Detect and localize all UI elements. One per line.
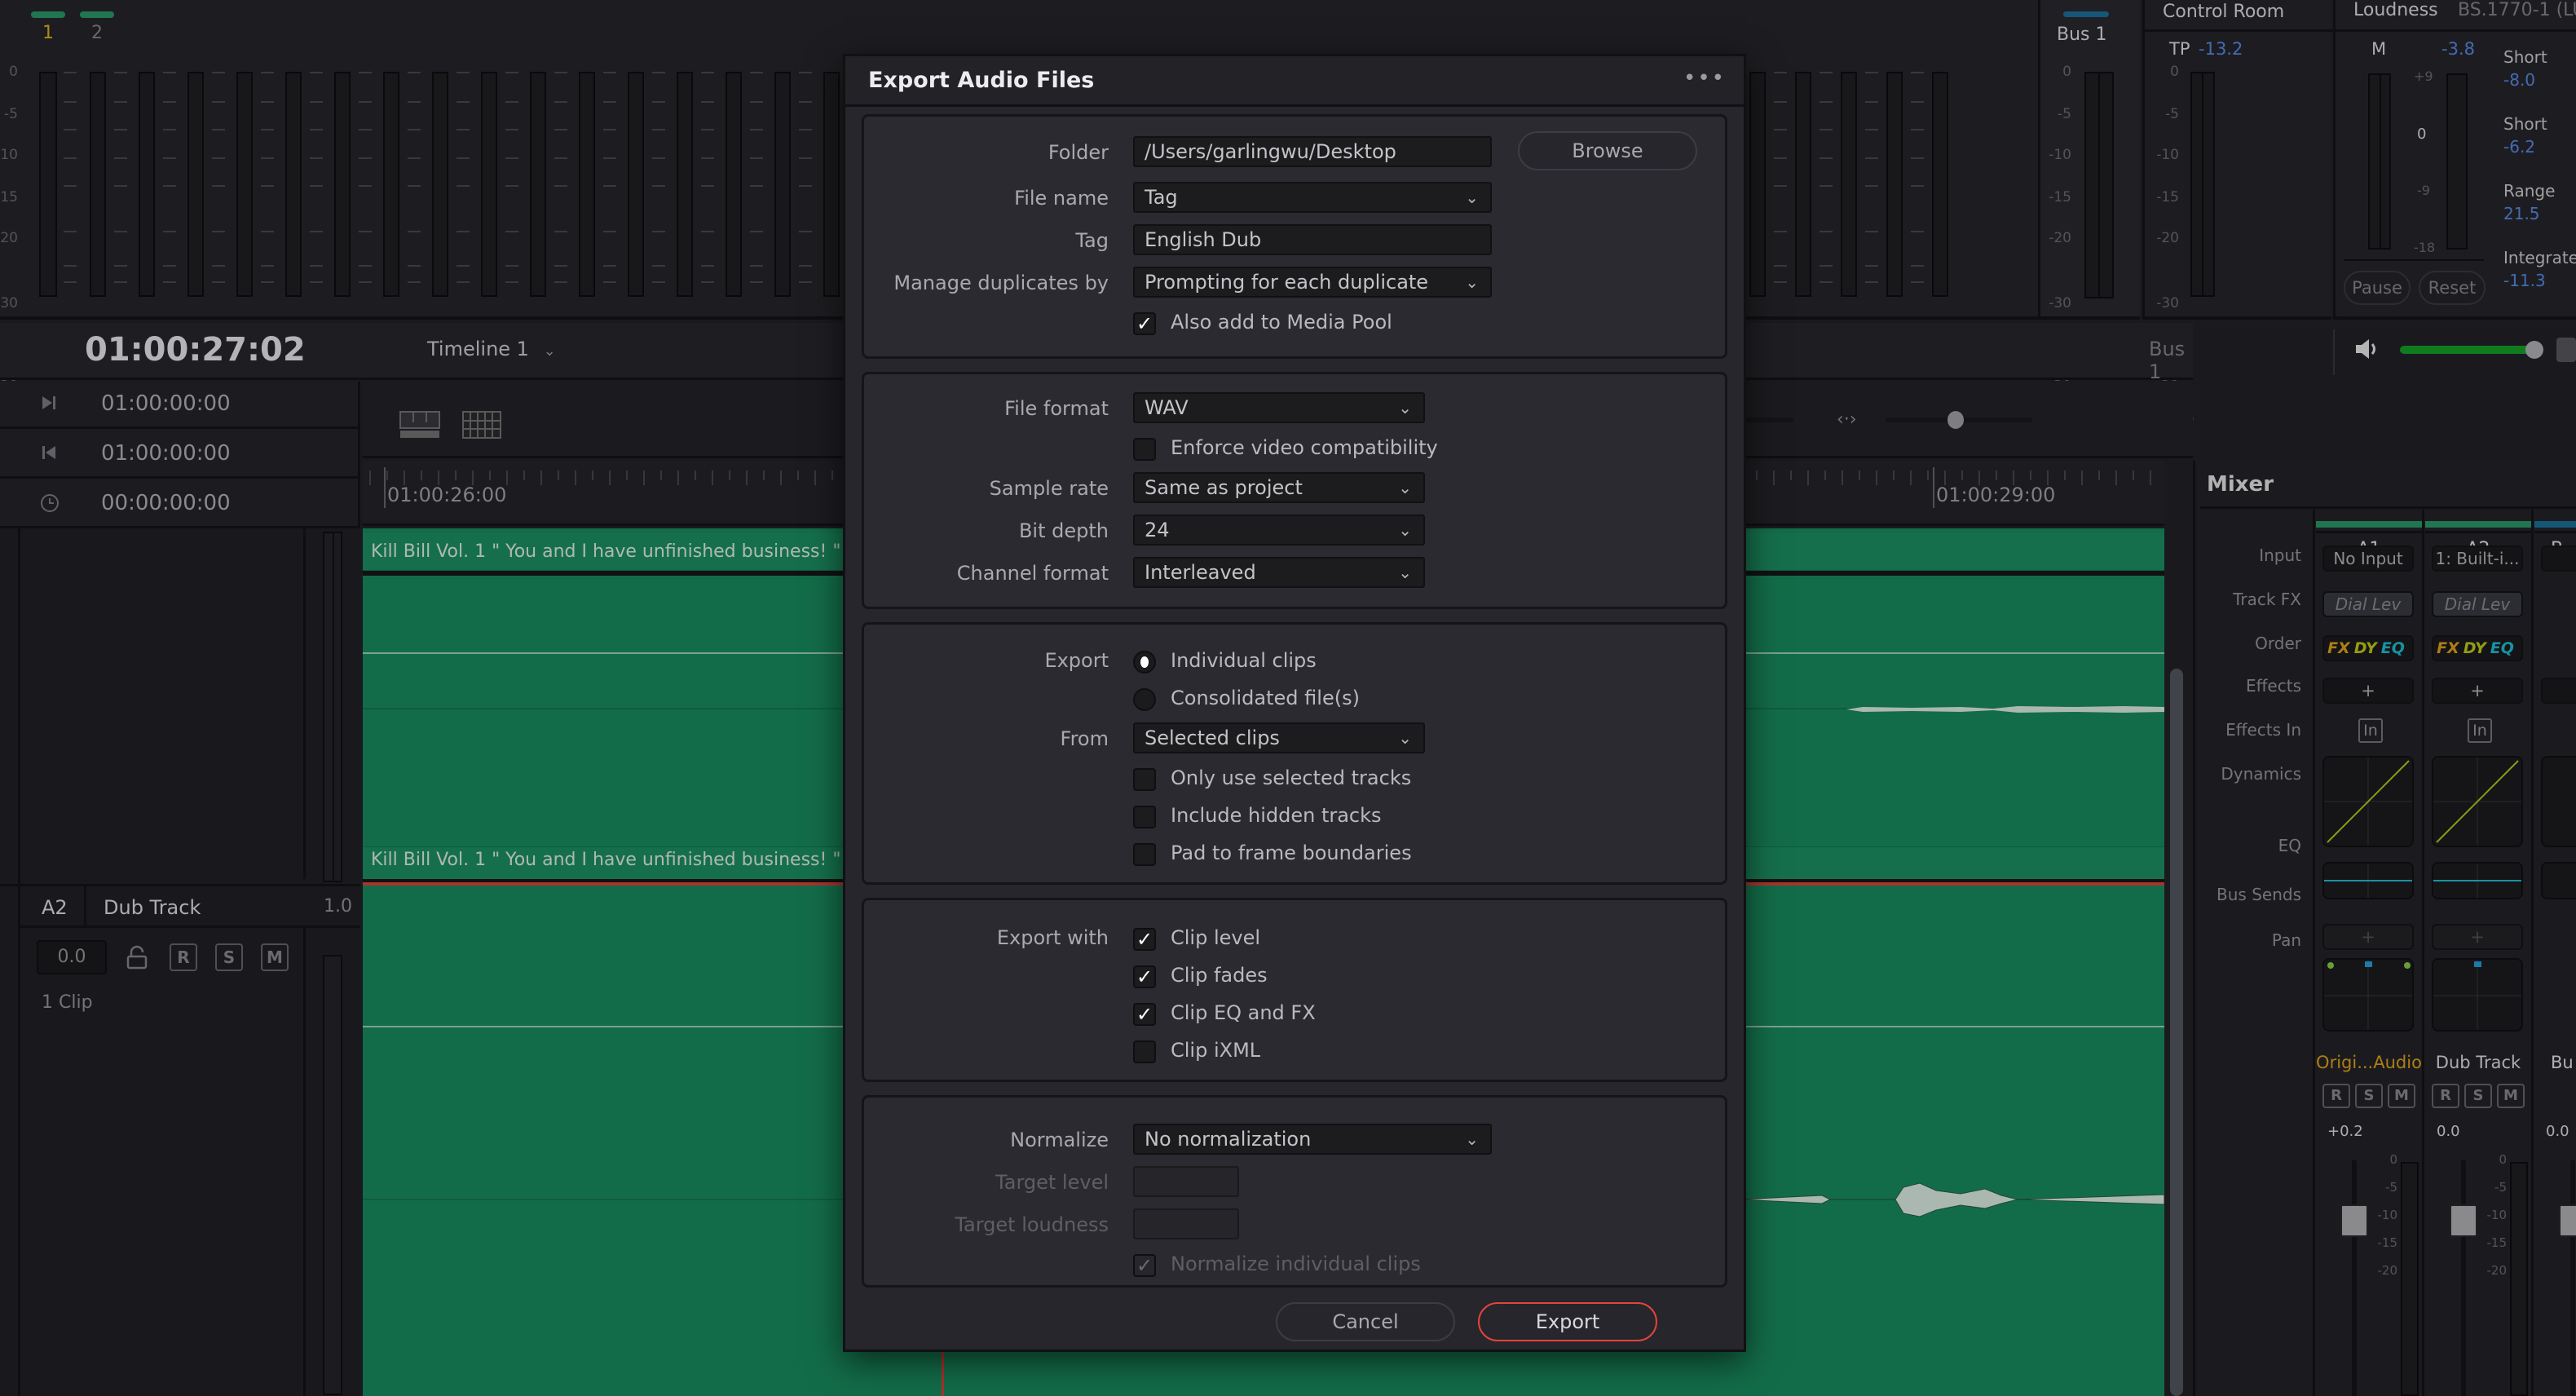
app-window: 1 2 0-5-10-15-20-30-40-50 Bus 1 0-5-10-1… [0, 0, 2576, 1396]
file-name-value: Tag [1145, 186, 1178, 209]
from-value: Selected clips [1145, 727, 1280, 749]
normalize-individual-checkbox[interactable]: ✓ [1133, 1254, 1156, 1277]
chevron-down-icon: ⌄ [1398, 520, 1412, 540]
export-label: Export [1044, 649, 1109, 672]
dialog-title: Export Audio Files [868, 68, 1095, 93]
only-selected-tracks-checkbox[interactable] [1133, 768, 1156, 791]
normalize-label: Normalize [1010, 1129, 1109, 1151]
clip-level-checkbox[interactable]: ✓ [1133, 928, 1156, 951]
chevron-down-icon: ⌄ [1398, 398, 1412, 417]
folder-label: Folder [1048, 141, 1109, 164]
file-format-value: WAV [1145, 396, 1189, 419]
chevron-down-icon: ⌄ [1465, 188, 1479, 207]
clip-level-label[interactable]: Clip level [1171, 926, 1260, 949]
clip-fades-label[interactable]: Clip fades [1171, 964, 1268, 987]
from-dropdown[interactable]: Selected clips ⌄ [1133, 722, 1425, 753]
consolidated-files-label[interactable]: Consolidated file(s) [1171, 687, 1360, 709]
normalize-dropdown[interactable]: No normalization ⌄ [1133, 1124, 1492, 1155]
format-section: File format WAV ⌄ Enforce video compatibi… [862, 372, 1727, 609]
clip-eq-fx-checkbox[interactable]: ✓ [1133, 1003, 1156, 1026]
clip-fades-checkbox[interactable]: ✓ [1133, 965, 1156, 988]
dialog-header: Export Audio Files ••• [845, 56, 1744, 107]
enforce-video-label[interactable]: Enforce video compatibility [1171, 436, 1438, 459]
target-loudness-field[interactable] [1133, 1208, 1239, 1239]
add-to-media-pool-label[interactable]: Also add to Media Pool [1171, 311, 1392, 334]
target-level-label: Target level [995, 1171, 1109, 1194]
tag-label: Tag [1075, 229, 1109, 252]
sample-rate-label: Sample rate [989, 477, 1109, 500]
export-with-label: Export with [996, 926, 1109, 949]
destination-section: Folder /Users/garlingwu/Desktop Browse F… [862, 114, 1727, 359]
export-button[interactable]: Export [1478, 1302, 1657, 1341]
export-audio-dialog: Export Audio Files ••• Folder /Users/gar… [843, 54, 1746, 1352]
normalize-section: Normalize No normalization ⌄ Target level… [862, 1095, 1727, 1288]
chevron-down-icon: ⌄ [1398, 728, 1412, 748]
duplicates-label: Manage duplicates by [893, 272, 1109, 294]
duplicates-value: Prompting for each duplicate [1145, 271, 1429, 294]
individual-clips-radio[interactable] [1133, 651, 1156, 674]
duplicates-dropdown[interactable]: Prompting for each duplicate ⌄ [1133, 267, 1492, 298]
file-name-label: File name [1014, 187, 1109, 210]
clip-ixml-label[interactable]: Clip iXML [1171, 1039, 1260, 1062]
clip-ixml-checkbox[interactable] [1133, 1040, 1156, 1063]
add-to-media-pool-checkbox[interactable]: ✓ [1133, 312, 1156, 335]
bit-depth-label: Bit depth [1018, 519, 1109, 542]
cancel-button[interactable]: Cancel [1276, 1302, 1455, 1341]
consolidated-files-radio[interactable] [1133, 688, 1156, 711]
pad-frame-boundaries-checkbox[interactable] [1133, 843, 1156, 866]
tag-field[interactable]: English Dub [1133, 224, 1492, 255]
browse-button[interactable]: Browse [1518, 131, 1697, 170]
clip-eq-fx-label[interactable]: Clip EQ and FX [1171, 1001, 1316, 1024]
chevron-down-icon: ⌄ [1398, 478, 1412, 497]
more-options-icon[interactable]: ••• [1683, 66, 1726, 91]
channel-format-dropdown[interactable]: Interleaved ⌄ [1133, 557, 1425, 588]
enforce-video-checkbox[interactable] [1133, 438, 1156, 461]
target-level-field[interactable] [1133, 1166, 1239, 1197]
only-selected-tracks-label[interactable]: Only use selected tracks [1171, 766, 1411, 789]
sample-rate-value: Same as project [1145, 476, 1303, 499]
file-name-dropdown[interactable]: Tag ⌄ [1133, 182, 1492, 213]
normalize-individual-label[interactable]: Normalize individual clips [1171, 1252, 1421, 1275]
chevron-down-icon: ⌄ [1465, 1129, 1479, 1149]
individual-clips-label[interactable]: Individual clips [1171, 649, 1317, 672]
chevron-down-icon: ⌄ [1398, 563, 1412, 582]
normalize-value: No normalization [1145, 1128, 1312, 1151]
sample-rate-dropdown[interactable]: Same as project ⌄ [1133, 472, 1425, 503]
bit-depth-dropdown[interactable]: 24 ⌄ [1133, 515, 1425, 546]
target-loudness-label: Target loudness [955, 1213, 1109, 1236]
from-label: From [1060, 727, 1109, 750]
chevron-down-icon: ⌄ [1465, 272, 1479, 292]
export-with-section: Export with ✓ Clip level ✓ Clip fades ✓ … [862, 898, 1727, 1082]
channel-format-value: Interleaved [1145, 561, 1256, 584]
include-hidden-tracks-label[interactable]: Include hidden tracks [1171, 804, 1382, 827]
folder-field[interactable]: /Users/garlingwu/Desktop [1133, 136, 1492, 167]
export-scope-section: Export Individual clips Consolidated fil… [862, 622, 1727, 885]
pad-frame-boundaries-label[interactable]: Pad to frame boundaries [1171, 842, 1412, 864]
include-hidden-tracks-checkbox[interactable] [1133, 806, 1156, 828]
file-format-label: File format [1004, 397, 1109, 420]
channel-format-label: Channel format [956, 562, 1109, 585]
bit-depth-value: 24 [1145, 519, 1170, 541]
file-format-dropdown[interactable]: WAV ⌄ [1133, 392, 1425, 423]
